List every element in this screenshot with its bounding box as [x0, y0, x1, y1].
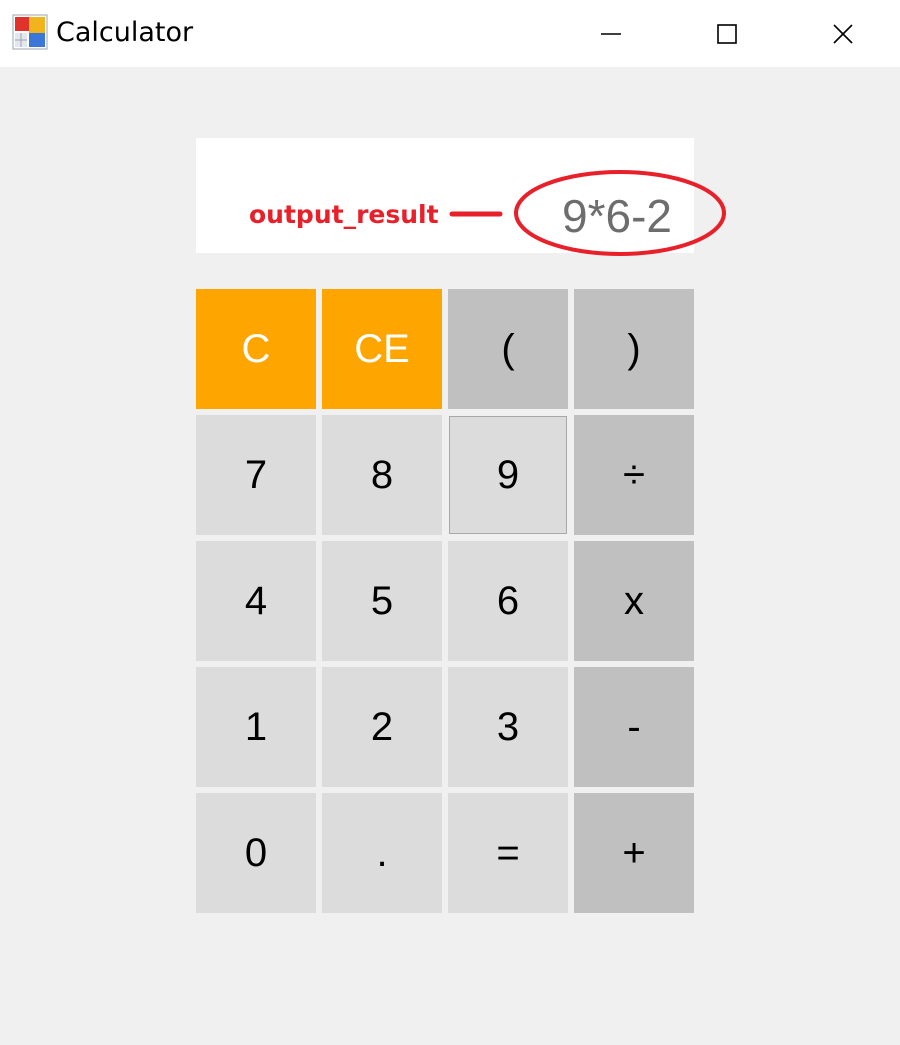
key-decimal-button[interactable]: .: [322, 793, 442, 913]
annotation-label: output_result: [249, 200, 439, 229]
calculator-window: Calculator 9*6-2 output_result C CE() 7 8 9 ÷…: [0, 0, 900, 1045]
minimize-button[interactable]: [553, 0, 669, 67]
key-divide-button[interactable]: ÷: [574, 415, 694, 535]
close-button[interactable]: [785, 0, 900, 67]
key-digit-1-button[interactable]: 1: [196, 667, 316, 787]
key-open-paren-button[interactable]: (: [448, 289, 568, 409]
annotation-ellipse: [514, 170, 726, 256]
key-equals-button[interactable]: =: [448, 793, 568, 913]
key-digit-2-button[interactable]: 2: [322, 667, 442, 787]
window-title: Calculator: [56, 17, 194, 48]
key-digit-4-button[interactable]: 4: [196, 541, 316, 661]
minimize-icon: [601, 32, 621, 35]
key-digit-7-button[interactable]: 7: [196, 415, 316, 535]
app-icon: [12, 14, 48, 50]
title-bar[interactable]: Calculator: [0, 0, 900, 67]
key-clear-entry-button[interactable]: CE: [322, 289, 442, 409]
key-add-button[interactable]: +: [574, 793, 694, 913]
keypad: C CE() 7 8 9 ÷ 4 5 6 x 1 2 3- 0. = +: [196, 289, 694, 913]
annotation-marker: [449, 170, 726, 256]
maximize-button[interactable]: [669, 0, 785, 67]
key-digit-0-button[interactable]: 0: [196, 793, 316, 913]
key-digit-9-button[interactable]: 9: [449, 416, 567, 534]
key-digit-6-button[interactable]: 6: [448, 541, 568, 661]
key-multiply-button[interactable]: x: [574, 541, 694, 661]
close-icon: [833, 23, 853, 44]
key-digit-5-button[interactable]: 5: [322, 541, 442, 661]
key-subtract-button[interactable]: -: [574, 667, 694, 787]
key-digit-3-button[interactable]: 3: [448, 667, 568, 787]
maximize-icon: [717, 23, 737, 44]
key-close-paren-button[interactable]: ): [574, 289, 694, 409]
key-digit-8-button[interactable]: 8: [322, 415, 442, 535]
key-clear-button[interactable]: C: [196, 289, 316, 409]
